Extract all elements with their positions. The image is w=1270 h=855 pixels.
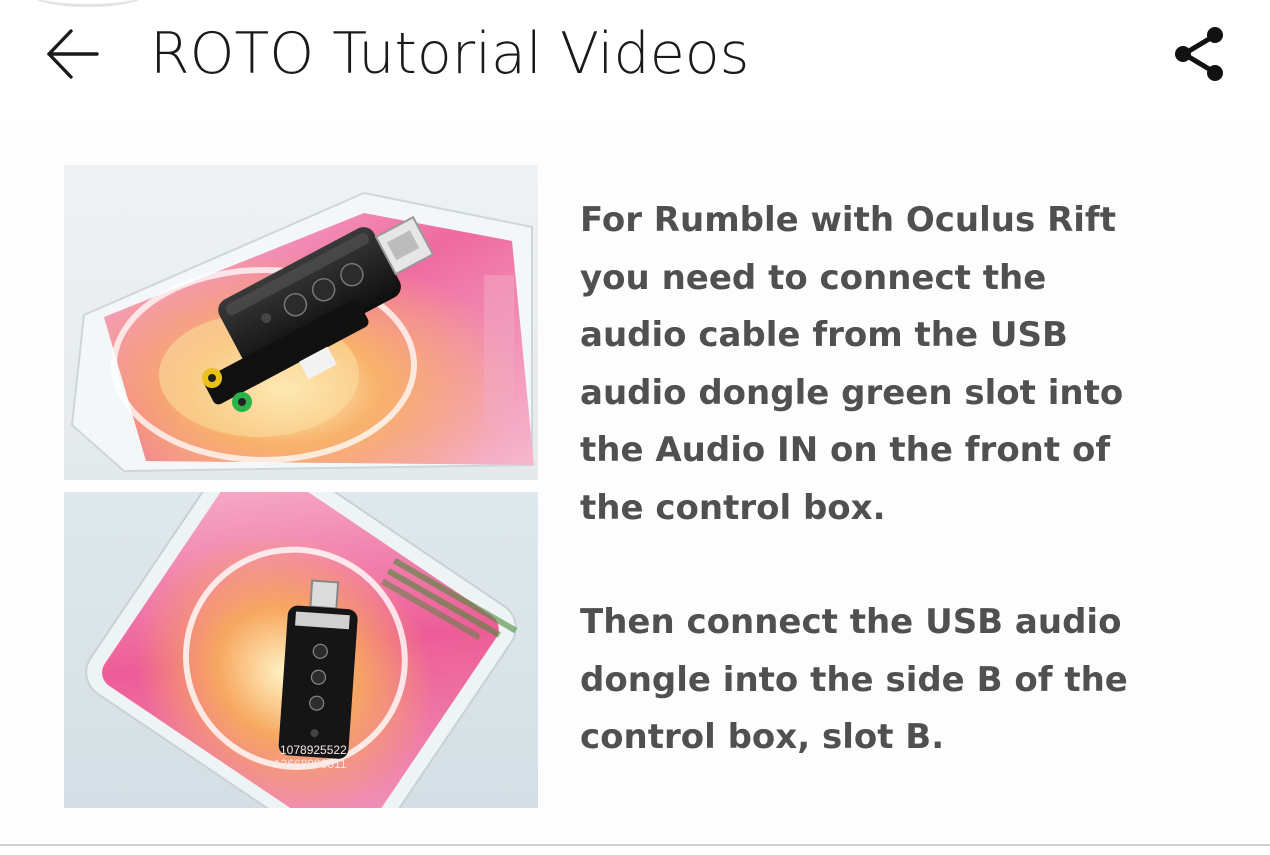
caption-line-2: 13668990311 — [274, 757, 347, 771]
dongle-photo-top: 1078925522 13668990311 — [64, 492, 538, 808]
caption-line-1: 1078925522 — [280, 743, 347, 757]
back-button[interactable] — [40, 24, 104, 84]
dongle-photo-side — [64, 165, 538, 480]
app-bar: ROTO Tutorial Videos — [0, 0, 1270, 120]
share-button[interactable] — [1170, 22, 1234, 86]
tutorial-content: 1078925522 13668990311 For Rumble with O… — [0, 120, 1270, 842]
package-caption: 1078925522 13668990311 — [274, 743, 350, 771]
arrow-left-icon — [47, 29, 99, 79]
dongle-top-illustration: 1078925522 13668990311 — [85, 492, 518, 808]
instruction-paragraph-1: For Rumble with Oculus Rift you need to … — [580, 200, 1124, 528]
dongle-side-illustration — [70, 191, 534, 473]
page-title: ROTO Tutorial Videos — [150, 21, 750, 87]
share-icon — [1175, 27, 1223, 81]
status-bar-remnant — [28, 0, 148, 7]
instructions-text: For Rumble with Oculus Rift you need to … — [580, 192, 1240, 767]
instruction-paragraph-2: Then connect the USB audio dongle into t… — [580, 602, 1128, 757]
bottom-divider — [0, 844, 1270, 846]
